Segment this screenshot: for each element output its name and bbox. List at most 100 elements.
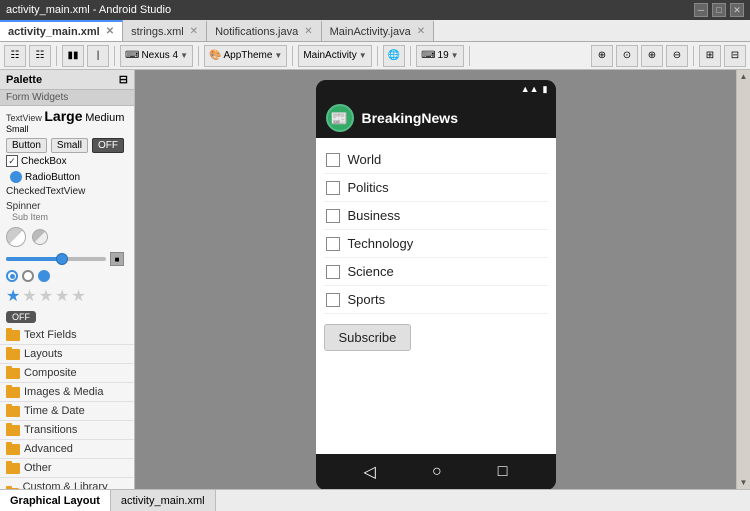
tab-strings-close[interactable]: ✕ xyxy=(190,26,198,37)
subscribe-button[interactable]: Subscribe xyxy=(324,324,412,351)
palette-composite[interactable]: Composite xyxy=(0,364,134,383)
bottom-tab-bar: Graphical Layout activity_main.xml xyxy=(0,489,750,511)
bottom-tab-xml[interactable]: activity_main.xml xyxy=(111,490,216,511)
design-toggle-button[interactable]: ▮▮ xyxy=(62,45,84,67)
textview-large: Large xyxy=(44,108,82,124)
palette-text-fields[interactable]: Text Fields xyxy=(0,326,134,345)
checkbox-business[interactable]: Business xyxy=(324,202,548,230)
radio-filled2-icon[interactable] xyxy=(38,270,50,282)
nav-home-button[interactable]: ○ xyxy=(432,463,442,481)
bottom-tab-graphical[interactable]: Graphical Layout xyxy=(0,490,111,511)
zoom-fit-button[interactable]: ⊕ xyxy=(641,45,663,67)
minimize-button[interactable]: ─ xyxy=(694,3,708,17)
checkbox-business-label: Business xyxy=(348,208,401,223)
off-button-widget[interactable]: OFF xyxy=(92,138,124,153)
stars-row[interactable]: ★ ★ ★ ★ ★ xyxy=(0,284,134,308)
spinner-label: Spinner xyxy=(6,201,128,212)
nav-back-button[interactable]: ◁ xyxy=(364,462,376,482)
checked-textview-row[interactable]: CheckedTextView xyxy=(0,184,134,199)
device-dropdown[interactable]: ⌨ Nexus 4 ▼ xyxy=(120,45,193,67)
scroll-down-arrow[interactable]: ▼ xyxy=(738,476,750,489)
checkbox-politics[interactable]: Politics xyxy=(324,174,548,202)
theme-dropdown[interactable]: 🎨 AppTheme ▼ xyxy=(204,45,287,67)
checkbox-technology[interactable]: Technology xyxy=(324,230,548,258)
activity-dropdown-arrow: ▼ xyxy=(359,51,367,60)
spinner-visual-row xyxy=(0,224,134,250)
scroll-up-arrow[interactable]: ▲ xyxy=(738,70,750,83)
palette-other[interactable]: Other xyxy=(0,459,134,478)
checkbox-sports[interactable]: Sports xyxy=(324,286,548,314)
window-controls[interactable]: ─ □ ✕ xyxy=(694,3,744,17)
checkbox-politics-label: Politics xyxy=(348,180,389,195)
folder-icon-advanced xyxy=(6,444,20,455)
tab-notifications[interactable]: Notifications.java ✕ xyxy=(207,20,322,41)
palette-time-date[interactable]: Time & Date xyxy=(0,402,134,421)
layouts-label: Layouts xyxy=(24,348,63,360)
radio-filled-icon[interactable] xyxy=(6,270,18,282)
spinner-row[interactable]: Spinner Sub Item xyxy=(0,199,134,224)
palette-custom-library[interactable]: Custom & Library Views xyxy=(0,478,134,489)
close-button[interactable]: ✕ xyxy=(730,3,744,17)
palette-toggle-icon[interactable]: ⊟ xyxy=(119,73,128,86)
tab-strings[interactable]: strings.xml ✕ xyxy=(123,20,207,41)
palette-images-media[interactable]: Images & Media xyxy=(0,383,134,402)
folder-icon-transitions xyxy=(6,425,20,436)
maximize-button[interactable]: □ xyxy=(712,3,726,17)
zoom-percent-button[interactable]: ⊞ xyxy=(699,45,721,67)
radiobutton-palette-item[interactable]: RadioButton xyxy=(10,171,80,183)
zoom-out-button[interactable]: ⊖ xyxy=(666,45,688,67)
textview-sizes-row[interactable]: TextView Large Medium Small xyxy=(0,106,134,137)
tab-activity-main-close[interactable]: ✕ xyxy=(106,26,114,37)
images-media-label: Images & Media xyxy=(24,386,103,398)
slider-track[interactable] xyxy=(6,257,106,261)
activity-label: MainActivity xyxy=(303,50,356,61)
folder-icon-images-media xyxy=(6,387,20,398)
tab-activity-main[interactable]: activity_main.xml ✕ xyxy=(0,20,123,41)
palette-layouts[interactable]: Layouts xyxy=(0,345,134,364)
checkbox-technology-label: Technology xyxy=(348,236,414,251)
folder-icon-custom-library xyxy=(6,488,19,490)
theme-dropdown-arrow: ▼ xyxy=(274,51,282,60)
more-zoom-button[interactable]: ⊟ xyxy=(724,45,746,67)
activity-dropdown[interactable]: MainActivity ▼ xyxy=(298,45,371,67)
checkbox-business-box xyxy=(326,209,340,223)
small-button-widget[interactable]: Small xyxy=(51,138,88,153)
radio-dot xyxy=(10,274,15,279)
checkbox-palette-item[interactable]: ✓ CheckBox xyxy=(6,155,67,167)
api-dropdown[interactable]: ⌨ 19 ▼ xyxy=(416,45,463,67)
layout-landscape-button[interactable]: ☷ xyxy=(29,45,51,67)
checked-textview-label: CheckedTextView xyxy=(6,186,85,197)
toggle-off[interactable]: OFF xyxy=(6,311,36,323)
toggle-row[interactable]: OFF xyxy=(0,308,134,326)
toolbar-separator-4 xyxy=(292,46,293,66)
slider-row[interactable]: ■ xyxy=(0,250,134,268)
checkbox-science[interactable]: Science xyxy=(324,258,548,286)
spinner-circle-small xyxy=(32,229,48,245)
checkbox-sports-box xyxy=(326,293,340,307)
star-2: ★ xyxy=(22,286,36,306)
tab-mainactivity[interactable]: MainActivity.java ✕ xyxy=(322,20,435,41)
checkbox-world[interactable]: World xyxy=(324,146,548,174)
globe-button[interactable]: 🌐 xyxy=(383,45,405,67)
zoom-in-button[interactable]: ⊕ xyxy=(591,45,613,67)
slider-thumb[interactable] xyxy=(56,253,68,265)
layout-portrait-button[interactable]: ☷ xyxy=(4,45,26,67)
radio-empty-icon[interactable] xyxy=(22,270,34,282)
right-scroll-panel: ▲ ▼ xyxy=(736,70,750,489)
slider-end-button[interactable]: ■ xyxy=(110,252,124,266)
app-title: BreakingNews xyxy=(362,110,458,126)
split-toggle-button[interactable]: | xyxy=(87,45,109,67)
button-widget[interactable]: Button xyxy=(6,138,47,153)
zoom-actual-button[interactable]: ⊙ xyxy=(616,45,638,67)
tab-strings-label: strings.xml xyxy=(131,26,184,38)
nav-recents-button[interactable]: □ xyxy=(498,463,508,481)
palette-advanced[interactable]: Advanced xyxy=(0,440,134,459)
phone-status-bar: ▲▲ ▮ xyxy=(316,80,556,98)
tab-mainactivity-label: MainActivity.java xyxy=(330,26,411,38)
tab-mainactivity-close[interactable]: ✕ xyxy=(417,26,425,37)
toolbar-separator-7 xyxy=(469,46,470,66)
design-canvas[interactable]: ▲▲ ▮ 📰 BreakingNews World Politics xyxy=(135,70,736,489)
palette-transitions[interactable]: Transitions xyxy=(0,421,134,440)
tab-notifications-close[interactable]: ✕ xyxy=(304,26,312,37)
checkbox-radio-row: ✓ CheckBox RadioButton xyxy=(0,154,134,184)
